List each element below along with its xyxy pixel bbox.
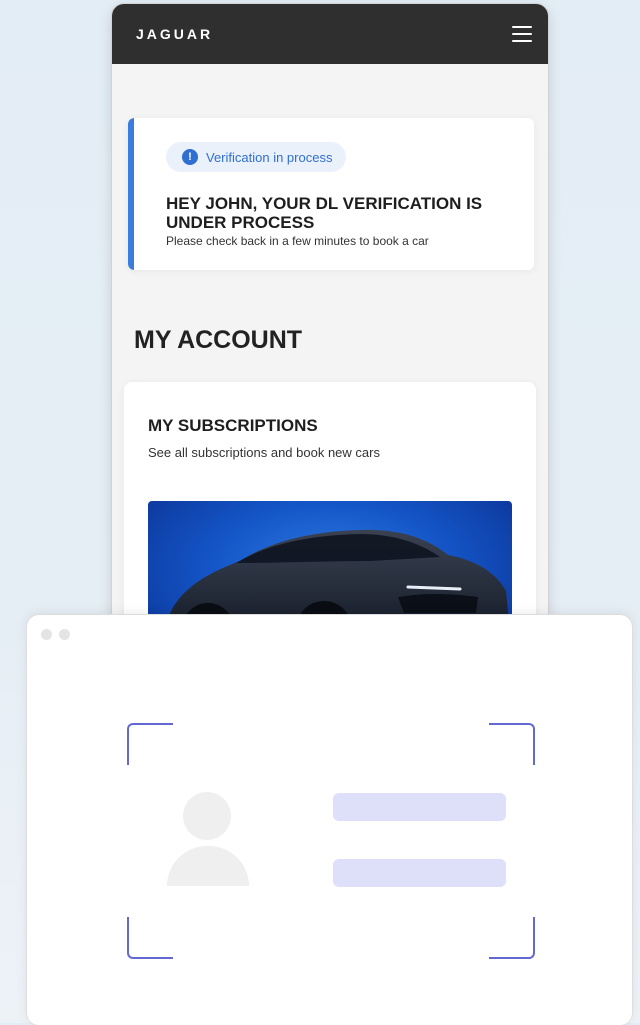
avatar-head (183, 792, 231, 840)
scan-frame-corner-top-left (127, 723, 173, 765)
top-navigation-bar: JAGUAR (112, 4, 548, 64)
alert-subtitle: Please check back in a few minutes to bo… (166, 234, 429, 248)
status-badge-label: Verification in process (206, 149, 333, 165)
window-dot-icon (41, 629, 52, 640)
alert-title: HEY JOHN, YOUR DL VERIFICATION IS UNDER … (166, 194, 483, 232)
subscriptions-subtitle: See all subscriptions and book new cars (148, 445, 380, 460)
info-icon: ! (182, 149, 198, 165)
scan-frame-corner-top-right (489, 723, 535, 765)
subscriptions-title: MY SUBSCRIPTIONS (148, 416, 318, 435)
alert-accent-bar (128, 118, 134, 270)
verification-status-badge: ! Verification in process (166, 142, 347, 172)
brand-logo[interactable]: JAGUAR (136, 26, 213, 42)
id-scanner-window (27, 615, 632, 1025)
hamburger-menu-icon[interactable] (512, 26, 532, 42)
page-title: MY ACCOUNT (134, 326, 303, 354)
scan-frame-corner-bottom-right (489, 917, 535, 959)
window-dot-icon (59, 629, 70, 640)
id-text-placeholder-line (333, 793, 506, 821)
scan-frame-corner-bottom-left (127, 917, 173, 959)
id-text-placeholder-line (333, 859, 506, 887)
phone-mockup: JAGUAR ! Verification in process HEY JOH… (112, 4, 548, 644)
verification-alert-card: ! Verification in process HEY JOHN, YOUR… (128, 118, 534, 270)
subscriptions-card[interactable]: MY SUBSCRIPTIONS See all subscriptions a… (124, 382, 536, 644)
avatar-body (167, 846, 249, 886)
